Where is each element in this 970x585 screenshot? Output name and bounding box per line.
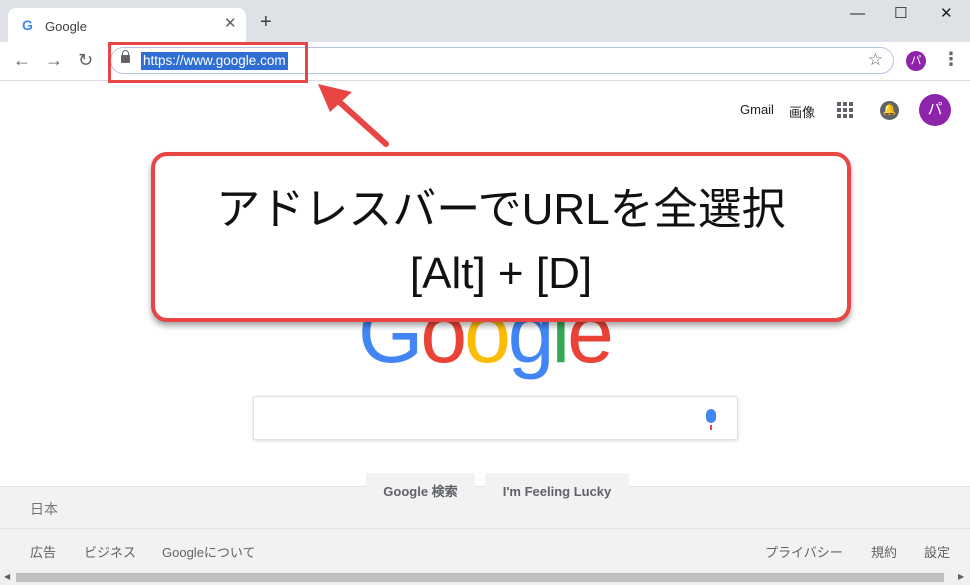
feeling-lucky-button[interactable]: I'm Feeling Lucky [485,473,629,509]
footer-link-ads[interactable]: 広告 [30,542,56,561]
scroll-right-icon[interactable]: ▶ [958,572,964,581]
horizontal-scrollbar[interactable]: ◀ ▶ [0,570,970,585]
microphone-icon[interactable] [706,409,716,430]
footer-link-terms[interactable]: 規約 [871,542,897,561]
footer-link-business[interactable]: ビジネス [84,542,136,561]
footer-link-about[interactable]: Googleについて [162,542,256,561]
callout-shortcut: [Alt] + [D] [409,249,593,298]
scroll-left-icon[interactable]: ◀ [4,572,10,581]
account-avatar[interactable]: パ [919,94,951,126]
footer-link-settings[interactable]: 設定 [924,542,950,561]
footer-country: 日本 [30,501,58,517]
footer-link-privacy[interactable]: プライバシー [765,542,843,561]
images-link[interactable]: 画像 [789,102,815,121]
google-search-button[interactable]: Google 検索 [366,473,475,509]
shortcut-callout: アドレスバーでURLを全選択 [Alt] + [D] [151,152,851,322]
apps-grid-icon[interactable] [837,102,853,118]
gmail-link[interactable]: Gmail [740,102,774,117]
scrollbar-thumb[interactable] [16,573,944,582]
callout-title: アドレスバーでURLを全選択 [216,185,786,234]
notification-bell-icon[interactable]: 🔔 [880,101,899,120]
footer-divider [0,528,970,529]
search-input[interactable] [253,396,738,440]
